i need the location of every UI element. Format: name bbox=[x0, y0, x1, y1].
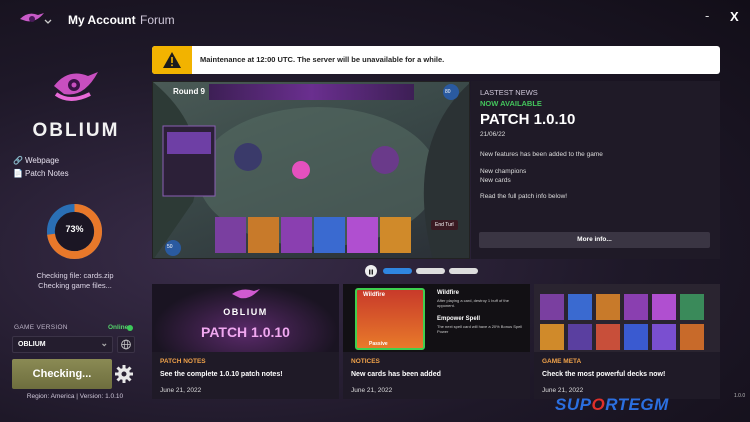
patch-card-version: PATCH 1.0.10 bbox=[201, 324, 290, 340]
card-title: Check the most powerful decks now! bbox=[542, 371, 666, 378]
news-paragraph: New features has been added to the game bbox=[480, 151, 603, 158]
notices-card-image: Wildfire Passive Wildfire After playing … bbox=[343, 284, 530, 352]
deck-grid-illustration bbox=[540, 294, 704, 350]
news-card-notices[interactable]: Wildfire Passive Wildfire After playing … bbox=[343, 284, 530, 399]
watermark-logo: SUPORTEGM bbox=[555, 395, 669, 415]
patch-card-image: OBLIUM PATCH 1.0.10 bbox=[152, 284, 339, 352]
ability-wildfire: Wildfire bbox=[437, 290, 459, 296]
warning-icon bbox=[152, 46, 192, 74]
webpage-link-label: Webpage bbox=[25, 156, 60, 165]
nav-my-account[interactable]: My Account bbox=[68, 13, 136, 27]
game-version-label: GAME VERSION bbox=[14, 324, 68, 331]
watermark-part: O bbox=[591, 395, 606, 414]
card-date: June 21, 2022 bbox=[542, 387, 584, 394]
title-bar: My Account Forum - X bbox=[0, 0, 750, 40]
progress-percent: 73% bbox=[65, 224, 84, 234]
ability-empower: Empower Spell bbox=[437, 316, 481, 322]
news-header: LASTEST NEWS bbox=[480, 88, 538, 97]
link-icon: 🔗 bbox=[13, 156, 23, 165]
news-card-game-meta[interactable]: GAME META Check the most powerful decks … bbox=[534, 284, 720, 399]
patch-card-logo-icon bbox=[232, 289, 260, 299]
patch-notes-link[interactable]: 📄 Patch Notes bbox=[13, 169, 69, 178]
passive-label: Passive bbox=[369, 341, 388, 347]
status-checking: Checking game files... bbox=[38, 281, 112, 290]
card-title: New cards has been added bbox=[351, 371, 441, 378]
news-card-patch-notes[interactable]: OBLIUM PATCH 1.0.10 PATCH NOTES See the … bbox=[152, 284, 339, 399]
card-tag: PATCH NOTES bbox=[160, 358, 206, 365]
news-paragraph: New cards bbox=[480, 177, 511, 184]
checking-button[interactable]: Checking... bbox=[12, 359, 112, 389]
news-title: PATCH 1.0.10 bbox=[480, 111, 576, 128]
news-date: 21/06/22 bbox=[480, 131, 506, 138]
patch-card-brand: OBLIUM bbox=[223, 307, 268, 317]
close-button[interactable]: X bbox=[730, 9, 739, 24]
card-date: June 21, 2022 bbox=[160, 387, 202, 394]
carousel-dot[interactable] bbox=[449, 268, 478, 274]
region-version-line: Region: America | Version: 1.0.10 bbox=[26, 393, 124, 400]
minimize-button[interactable]: - bbox=[705, 8, 709, 23]
ability-wildfire-desc: After playing a card, destroy 1 buff of … bbox=[437, 298, 509, 308]
game-version-select[interactable]: OBLIUM ⌄ bbox=[12, 336, 113, 353]
watermark-part: SUP bbox=[555, 395, 592, 414]
brand-name: OBLIUM bbox=[32, 120, 120, 141]
round-label: Round 9 bbox=[173, 87, 205, 96]
webpage-link[interactable]: 🔗 Webpage bbox=[13, 156, 59, 165]
carousel-dot[interactable] bbox=[416, 268, 445, 274]
gear-icon[interactable] bbox=[113, 363, 135, 385]
card-title: See the complete 1.0.10 patch notes! bbox=[160, 371, 283, 378]
maintenance-text: Maintenance at 12:00 UTC. The server wil… bbox=[200, 55, 445, 64]
game-version-value: OBLIUM bbox=[18, 341, 46, 348]
oblium-logo-icon bbox=[54, 72, 98, 101]
end-turn-label: End Turl bbox=[431, 220, 458, 230]
turn-bar bbox=[209, 84, 414, 100]
version-badge: 1.0.0 bbox=[734, 393, 746, 399]
card-tag: GAME META bbox=[542, 358, 582, 365]
chevron-down-icon: ⌄ bbox=[100, 338, 108, 348]
battle-scene-illustration bbox=[153, 82, 469, 258]
meta-card-image bbox=[534, 284, 720, 352]
online-dot-icon bbox=[127, 325, 133, 331]
nav-forum[interactable]: Forum bbox=[140, 13, 175, 27]
ability-empower-desc: The next spell card will have a 20% Bonu… bbox=[437, 324, 523, 334]
news-paragraph: New champions bbox=[480, 168, 527, 175]
card-date: June 21, 2022 bbox=[351, 387, 393, 394]
status-file: Checking file: cards.zip bbox=[36, 271, 114, 280]
globe-icon[interactable] bbox=[117, 336, 135, 353]
hero-gameplay-image[interactable]: Round 9 End Turl 50 80 bbox=[152, 81, 470, 259]
patch-notes-link-label: Patch Notes bbox=[25, 169, 69, 178]
news-paragraph: Read the full patch info below! bbox=[480, 193, 568, 200]
watermark-part: RTEGM bbox=[605, 395, 669, 414]
score-left: 50 bbox=[167, 244, 173, 250]
carousel-pause-button[interactable] bbox=[365, 265, 377, 277]
carousel-dot-active[interactable] bbox=[383, 268, 412, 274]
oblium-logo-small-icon[interactable] bbox=[18, 9, 54, 29]
pause-icon bbox=[369, 269, 373, 275]
online-status: Online bbox=[108, 324, 129, 331]
wildfire-card-name: Wildfire bbox=[363, 292, 385, 298]
more-info-button[interactable]: More info... bbox=[479, 232, 710, 248]
notes-icon: 📄 bbox=[13, 169, 23, 178]
news-status: NOW AVAILABLE bbox=[480, 99, 542, 108]
score-right: 80 bbox=[445, 89, 451, 95]
card-tag: NOTICES bbox=[351, 358, 380, 365]
news-panel: LASTEST NEWS NOW AVAILABLE PATCH 1.0.10 … bbox=[471, 81, 720, 259]
maintenance-banner: Maintenance at 12:00 UTC. The server wil… bbox=[152, 46, 720, 74]
